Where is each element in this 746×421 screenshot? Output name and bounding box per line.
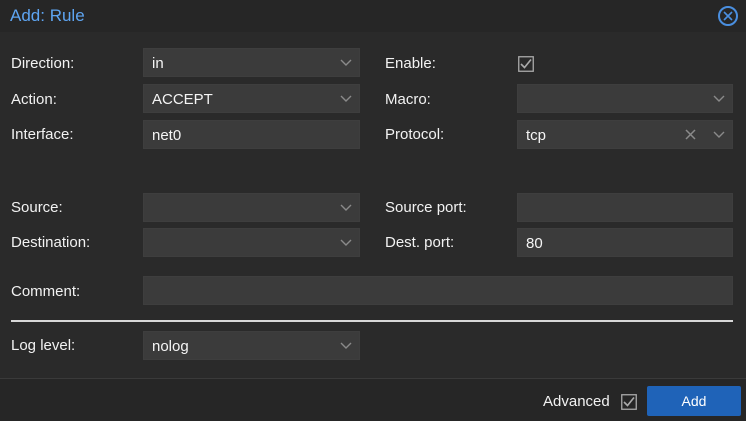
add-button[interactable]: Add <box>647 386 741 416</box>
dest-port-value: 80 <box>526 235 543 252</box>
source-select[interactable] <box>143 193 360 222</box>
direction-value: in <box>152 55 164 72</box>
action-value: ACCEPT <box>152 91 213 108</box>
chevron-down-icon[interactable] <box>340 56 352 68</box>
source-label: Source: <box>11 199 63 216</box>
advanced-label: Advanced <box>543 393 610 410</box>
chevron-down-icon[interactable] <box>340 339 352 351</box>
destination-select[interactable] <box>143 228 360 257</box>
advanced-checkbox[interactable] <box>621 394 637 410</box>
protocol-select[interactable]: tcp <box>517 120 733 149</box>
close-icon[interactable] <box>718 6 738 26</box>
interface-value: net0 <box>152 127 182 144</box>
macro-label: Macro: <box>385 91 431 108</box>
dest-port-label: Dest. port: <box>385 234 455 251</box>
chevron-down-icon[interactable] <box>340 92 352 104</box>
dialog-footer: Advanced Add <box>0 378 746 421</box>
source-port-input[interactable] <box>517 193 733 222</box>
dialog-titlebar: Add: Rule <box>0 0 746 32</box>
divider <box>11 320 733 322</box>
enable-label: Enable: <box>385 55 436 72</box>
destination-label: Destination: <box>11 234 91 251</box>
log-level-value: nolog <box>152 338 189 355</box>
dest-port-input[interactable]: 80 <box>517 228 733 257</box>
direction-label: Direction: <box>11 55 75 72</box>
chevron-down-icon[interactable] <box>340 236 352 248</box>
macro-select[interactable] <box>517 84 733 113</box>
comment-label: Comment: <box>11 283 81 300</box>
comment-input[interactable] <box>143 276 733 305</box>
action-label: Action: <box>11 91 57 108</box>
protocol-label: Protocol: <box>385 126 445 143</box>
log-level-select[interactable]: nolog <box>143 331 360 360</box>
chevron-down-icon[interactable] <box>713 128 725 140</box>
action-select[interactable]: ACCEPT <box>143 84 360 113</box>
x-clear-icon[interactable] <box>685 129 696 140</box>
source-port-label: Source port: <box>385 199 467 216</box>
protocol-value: tcp <box>526 127 547 144</box>
chevron-down-icon[interactable] <box>340 201 352 213</box>
enable-checkbox[interactable] <box>518 56 534 72</box>
interface-input[interactable]: net0 <box>143 120 360 149</box>
dialog-title: Add: Rule <box>10 6 85 25</box>
log-level-label: Log level: <box>11 337 76 354</box>
chevron-down-icon[interactable] <box>713 92 725 104</box>
interface-label: Interface: <box>11 126 74 143</box>
direction-select[interactable]: in <box>143 48 360 77</box>
